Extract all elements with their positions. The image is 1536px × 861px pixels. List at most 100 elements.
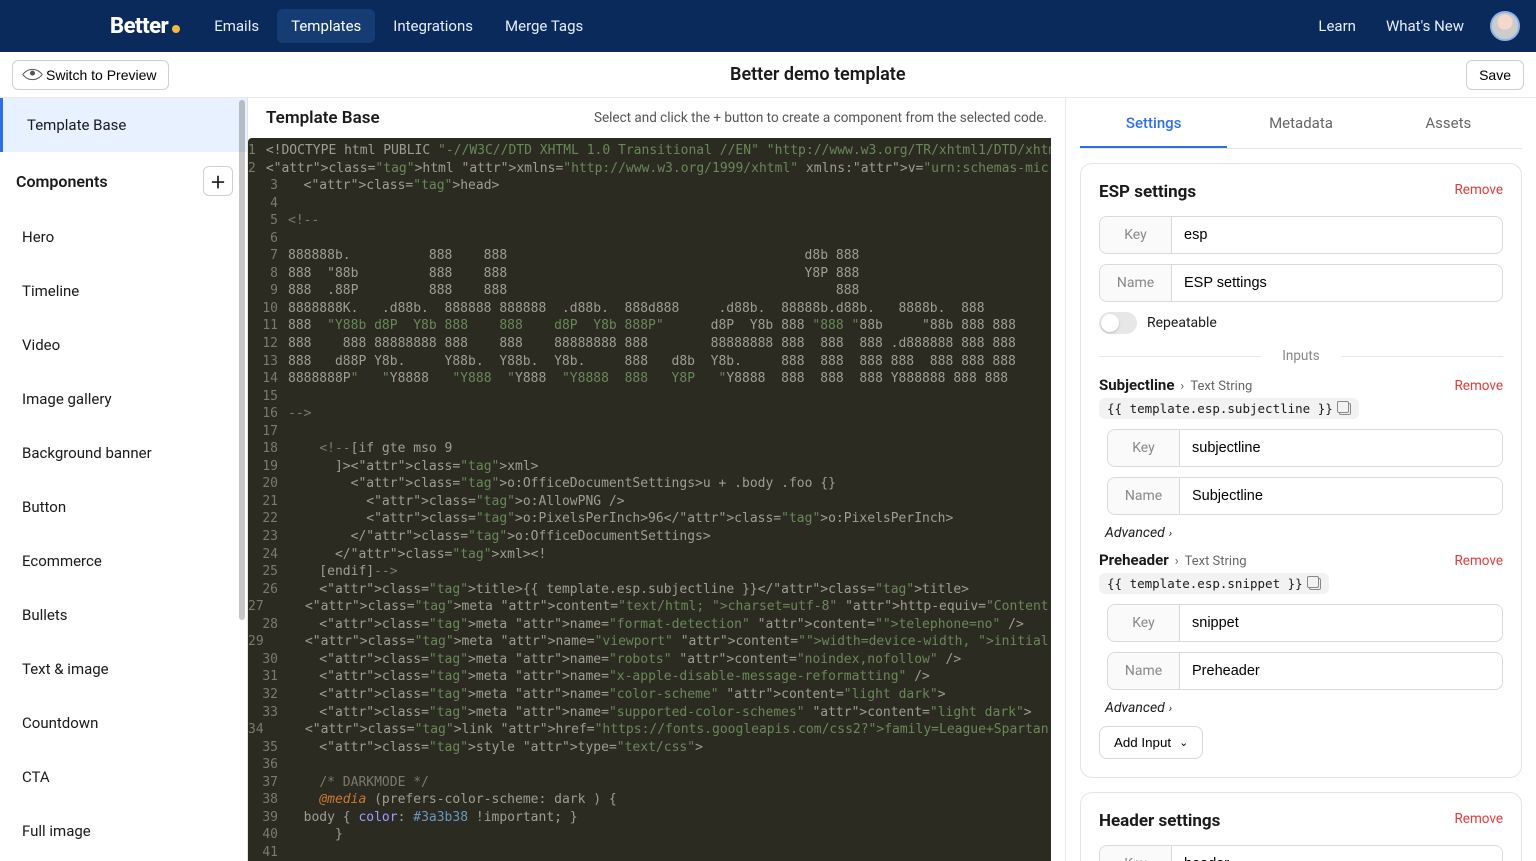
nav-whats-new[interactable]: What's New: [1382, 11, 1468, 41]
binding-pill[interactable]: {{ template.esp.subjectline }}: [1099, 398, 1359, 419]
code-line[interactable]: 5<!--: [248, 212, 1051, 230]
component-full-image[interactable]: Full image: [0, 804, 247, 858]
code-line[interactable]: 38 @media (prefers-color-scheme: dark ) …: [248, 791, 1051, 809]
code-line[interactable]: 40 }: [248, 826, 1051, 844]
code-line[interactable]: 108888888K. .d88b. 888888 888888 .d88b. …: [248, 300, 1051, 318]
nav-link-templates[interactable]: Templates: [277, 9, 375, 43]
gutter: 3: [248, 177, 288, 195]
add-input-button[interactable]: Add Input⌄: [1099, 726, 1203, 759]
code-line[interactable]: 29 <"attr">class="tag">meta "attr">name=…: [248, 633, 1051, 651]
sidebar-scrollbar[interactable]: [237, 98, 247, 861]
code-line[interactable]: 15: [248, 388, 1051, 406]
gutter: 8: [248, 265, 288, 283]
chevron-right-icon: ›: [1180, 379, 1184, 394]
code-line[interactable]: 33 <"attr">class="tag">meta "attr">name=…: [248, 704, 1051, 722]
code-line[interactable]: 39 body { color: #3a3b38 !important; }: [248, 809, 1051, 827]
panel-tab-metadata[interactable]: Metadata: [1227, 98, 1374, 148]
code-line[interactable]: 18 <!--[if gte mso 9: [248, 440, 1051, 458]
code-line[interactable]: 28 <"attr">class="tag">meta "attr">name=…: [248, 616, 1051, 634]
remove-input[interactable]: Remove: [1454, 553, 1503, 569]
component-countdown[interactable]: Countdown: [0, 696, 247, 750]
code-line[interactable]: 30 <"attr">class="tag">meta "attr">name=…: [248, 651, 1051, 669]
component-ecommerce[interactable]: Ecommerce: [0, 534, 247, 588]
copy-icon[interactable]: [1309, 578, 1321, 590]
code-line[interactable]: 24 </"attr">class="tag">xml><!: [248, 546, 1051, 564]
input-name-input[interactable]: [1180, 478, 1502, 514]
save-button[interactable]: Save: [1466, 60, 1524, 90]
code-line[interactable]: 2<"attr">class="tag">html "attr">xmlns="…: [248, 160, 1051, 178]
panel-tab-assets[interactable]: Assets: [1375, 98, 1522, 148]
code-line[interactable]: 20 <"attr">class="tag">o:OfficeDocumentS…: [248, 475, 1051, 493]
remove-input[interactable]: Remove: [1454, 378, 1503, 394]
nav-learn[interactable]: Learn: [1314, 11, 1360, 41]
code-line[interactable]: 19 ]><"attr">class="tag">xml>: [248, 458, 1051, 476]
component-image-gallery[interactable]: Image gallery: [0, 372, 247, 426]
nav-link-merge-tags[interactable]: Merge Tags: [491, 9, 597, 43]
binding-pill[interactable]: {{ template.esp.snippet }}: [1099, 573, 1329, 594]
panel-tab-settings[interactable]: Settings: [1080, 98, 1227, 148]
settings-panel: SettingsMetadataAssets ESP settingsRemov…: [1066, 98, 1536, 861]
code-line[interactable]: 148888888P" "Y8888 "Y888 "Y888 "Y8888 88…: [248, 370, 1051, 388]
code-line[interactable]: 41: [248, 844, 1051, 861]
code-line[interactable]: 23 </"attr">class="tag">o:OfficeDocument…: [248, 528, 1051, 546]
gutter: 2: [248, 160, 266, 178]
code-line[interactable]: 37 /* DARKMODE */: [248, 774, 1051, 792]
code-line[interactable]: 6: [248, 230, 1051, 248]
code-line[interactable]: 3 <"attr">class="tag">head>: [248, 177, 1051, 195]
code-line[interactable]: 36: [248, 756, 1051, 774]
component-video[interactable]: Video: [0, 318, 247, 372]
code-line[interactable]: 25 [endif]-->: [248, 563, 1051, 581]
component-hero[interactable]: Hero: [0, 210, 247, 264]
code-line[interactable]: 9888 .88P 888 888 888: [248, 282, 1051, 300]
nav-link-integrations[interactable]: Integrations: [379, 9, 487, 43]
remove-group[interactable]: Remove: [1454, 811, 1503, 831]
code-line[interactable]: 16-->: [248, 405, 1051, 423]
group-key-input[interactable]: [1172, 217, 1502, 253]
advanced-toggle[interactable]: Advanced›: [1105, 525, 1503, 541]
code-line[interactable]: 8888 "88b 888 888 Y8P 888: [248, 265, 1051, 283]
code-line[interactable]: 1<!DOCTYPE html PUBLIC "-//W3C//DTD XHTM…: [248, 142, 1051, 160]
component-button[interactable]: Button: [0, 480, 247, 534]
sidebar-active-tab[interactable]: Template Base: [0, 98, 247, 152]
code-line[interactable]: 27 <"attr">class="tag">meta "attr">conte…: [248, 598, 1051, 616]
code-line[interactable]: 35 <"attr">class="tag">style "attr">type…: [248, 739, 1051, 757]
input-key-input[interactable]: [1180, 430, 1502, 466]
brand-logo[interactable]: Better: [110, 14, 180, 39]
code-line[interactable]: 32 <"attr">class="tag">meta "attr">name=…: [248, 686, 1051, 704]
advanced-toggle[interactable]: Advanced›: [1105, 700, 1503, 716]
code-line[interactable]: 31 <"attr">class="tag">meta "attr">name=…: [248, 668, 1051, 686]
group-key-row: Key: [1099, 845, 1503, 861]
code-line[interactable]: 7888888b. 888 888 d8b 888: [248, 247, 1051, 265]
repeatable-toggle[interactable]: [1099, 312, 1137, 334]
code-text: </"attr">class="tag">xml><!: [288, 546, 1051, 564]
code-text: <"attr">class="tag">title>{{ template.es…: [288, 581, 1051, 599]
code-line[interactable]: 4: [248, 195, 1051, 213]
copy-icon[interactable]: [1339, 403, 1351, 415]
code-line[interactable]: 22 <"attr">class="tag">o:PixelsPerInch>9…: [248, 510, 1051, 528]
component-cta[interactable]: CTA: [0, 750, 247, 804]
switch-to-preview-button[interactable]: Switch to Preview: [12, 60, 169, 90]
input-key-input[interactable]: [1180, 605, 1502, 641]
avatar[interactable]: [1490, 11, 1520, 41]
key-label: Key: [1108, 605, 1180, 641]
add-component-button[interactable]: ＋: [203, 166, 233, 196]
code-text: <"attr">class="tag">head>: [288, 177, 1051, 195]
code-line[interactable]: 26 <"attr">class="tag">title>{{ template…: [248, 581, 1051, 599]
group-name-input[interactable]: [1172, 265, 1502, 301]
code-line[interactable]: 21 <"attr">class="tag">o:AllowPNG />: [248, 493, 1051, 511]
input-name-input[interactable]: [1180, 653, 1502, 689]
code-line[interactable]: 12888 888 88888888 888 888 88888888 888 …: [248, 335, 1051, 353]
group-key-input[interactable]: [1172, 846, 1502, 861]
code-line[interactable]: 17: [248, 423, 1051, 441]
scrollbar-thumb[interactable]: [239, 100, 245, 620]
component-background-banner[interactable]: Background banner: [0, 426, 247, 480]
code-editor[interactable]: 1<!DOCTYPE html PUBLIC "-//W3C//DTD XHTM…: [248, 138, 1051, 861]
code-line[interactable]: 13888 d88P Y8b. Y88b. Y88b. Y8b. 888 d8b…: [248, 353, 1051, 371]
component-text-image[interactable]: Text & image: [0, 642, 247, 696]
remove-group[interactable]: Remove: [1454, 182, 1503, 202]
code-line[interactable]: 11888 "Y88b d8P Y8b 888 888 d8P Y8b 888P…: [248, 317, 1051, 335]
component-bullets[interactable]: Bullets: [0, 588, 247, 642]
nav-link-emails[interactable]: Emails: [200, 9, 273, 43]
component-timeline[interactable]: Timeline: [0, 264, 247, 318]
code-line[interactable]: 34 <"attr">class="tag">link "attr">href=…: [248, 721, 1051, 739]
